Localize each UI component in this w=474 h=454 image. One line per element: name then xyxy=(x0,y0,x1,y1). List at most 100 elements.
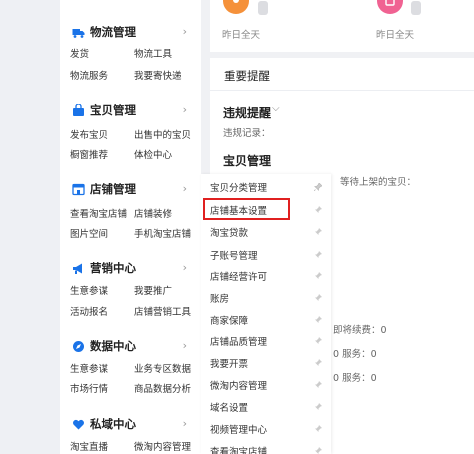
sidebar-link[interactable]: 微淘内容管理 xyxy=(134,439,191,453)
submenu-label: 账房 xyxy=(210,294,230,305)
chevron-right-icon[interactable]: › xyxy=(183,417,187,430)
sidebar-link[interactable]: 手机淘宝店铺 xyxy=(134,226,191,240)
stat-pink-icon xyxy=(377,0,403,14)
sidebar-section-marketing: 营销中心 › 生意参谋 我要推广 活动报名 店铺营销工具 xyxy=(60,258,201,320)
submenu-label: 查看淘宝店铺 xyxy=(210,447,268,454)
stats-card: 昨日全天 昨日全天 xyxy=(210,0,474,52)
pin-icon[interactable] xyxy=(314,251,322,259)
submenu-item[interactable]: 视频管理中心 xyxy=(201,418,331,440)
stat-orange-icon xyxy=(223,0,249,14)
violation-record: 违规记录： xyxy=(223,128,271,139)
chevron-right-icon[interactable]: › xyxy=(183,25,187,38)
section-header[interactable]: 店铺管理 xyxy=(72,179,136,199)
submenu-item[interactable]: 查看淘宝店铺 xyxy=(201,440,331,454)
stat-label: 昨日全天 xyxy=(376,30,415,41)
sidebar-link[interactable]: 生意参谋 xyxy=(70,283,108,297)
pin-icon[interactable] xyxy=(314,425,322,433)
sidebar: 物流管理 › 发货 物流工具 物流服务 我要寄快递 宝贝管理 › 发布宝贝 出售… xyxy=(60,0,201,454)
sidebar-link[interactable]: 图片空间 xyxy=(70,226,108,240)
sidebar-link[interactable]: 出售中的宝贝 xyxy=(134,127,191,141)
submenu-item[interactable]: 子账号管理 xyxy=(201,244,331,266)
pin-icon[interactable] xyxy=(314,359,322,367)
pin-icon[interactable] xyxy=(314,206,322,214)
divider xyxy=(210,90,474,91)
submenu-label: 域名设置 xyxy=(210,403,249,414)
submenu-item[interactable]: 店铺经营许可 xyxy=(201,265,331,287)
sidebar-link[interactable]: 店铺装修 xyxy=(134,206,172,220)
sidebar-link[interactable]: 生意参谋 xyxy=(70,361,108,375)
shop-icon xyxy=(72,183,85,196)
sidebar-section-logistics: 物流管理 › 发货 物流工具 物流服务 我要寄快递 xyxy=(60,22,201,84)
stat-placeholder xyxy=(411,1,421,15)
section-title: 宝贝管理 xyxy=(90,103,136,117)
submenu-label: 子账号管理 xyxy=(210,251,258,262)
section-title: 店铺管理 xyxy=(90,182,136,196)
stat-placeholder xyxy=(258,1,268,15)
sidebar-section-goods: 宝贝管理 › 发布宝贝 出售中的宝贝 橱窗推荐 体检中心 xyxy=(60,100,201,162)
pin-icon[interactable] xyxy=(314,381,322,389)
submenu-label: 视频管理中心 xyxy=(210,425,268,436)
sidebar-link[interactable]: 发货 xyxy=(70,46,89,60)
sidebar-link[interactable]: 活动报名 xyxy=(70,304,108,318)
submenu-item[interactable]: 域名设置 xyxy=(201,396,331,418)
submenu-item[interactable]: 我要开票 xyxy=(201,352,331,374)
pin-icon[interactable] xyxy=(314,294,322,302)
sidebar-link[interactable]: 查看淘宝店铺 xyxy=(70,206,127,220)
pin-icon[interactable] xyxy=(314,228,322,236)
bag-icon xyxy=(72,103,85,117)
section-header[interactable]: 私域中心 xyxy=(72,414,136,434)
chevron-down-icon[interactable]: ⌵ xyxy=(272,103,280,114)
highlight-box xyxy=(203,198,290,220)
sidebar-link[interactable]: 物流工具 xyxy=(134,46,172,60)
waiting-text: 等待上架的宝贝： xyxy=(340,177,417,188)
submenu-item[interactable]: 账房 xyxy=(201,287,331,309)
sidebar-link[interactable]: 发布宝贝 xyxy=(70,127,108,141)
section-header[interactable]: 物流管理 xyxy=(72,22,136,42)
submenu-item[interactable]: 微淘内容管理 xyxy=(201,374,331,396)
pin-icon[interactable] xyxy=(314,272,322,280)
section-header[interactable]: 数据中心 xyxy=(72,336,136,356)
section-title: 营销中心 xyxy=(90,261,136,275)
row-text: 0 服务：0 xyxy=(333,373,377,384)
sidebar-link[interactable]: 物流服务 xyxy=(70,68,108,82)
section-header[interactable]: 营销中心 xyxy=(72,258,136,278)
chevron-right-icon[interactable]: › xyxy=(183,261,187,274)
pin-icon[interactable] xyxy=(314,337,322,345)
sidebar-link[interactable]: 淘宝直播 xyxy=(70,439,108,453)
sidebar-link[interactable]: 我要寄快递 xyxy=(134,68,182,82)
pin-icon[interactable] xyxy=(314,447,322,454)
reminders-title: 重要提醒 xyxy=(224,69,270,83)
chevron-right-icon[interactable]: › xyxy=(183,339,187,352)
sidebar-link[interactable]: 店铺营销工具 xyxy=(134,304,191,318)
submenu-item[interactable]: 店铺品质管理 xyxy=(201,330,331,352)
submenu-label: 我要开票 xyxy=(210,359,249,370)
sidebar-link[interactable]: 商品数据分析 xyxy=(134,381,191,395)
sidebar-link[interactable]: 我要推广 xyxy=(134,283,172,297)
goods-title: 宝贝管理 xyxy=(223,154,272,168)
sidebar-section-private: 私域中心 › 淘宝直播 微淘内容管理 xyxy=(60,414,201,454)
heart-icon xyxy=(72,418,85,431)
sidebar-section-data: 数据中心 › 生意参谋 业务专区数据 市场行情 商品数据分析 xyxy=(60,336,201,398)
sidebar-link[interactable]: 业务专区数据 xyxy=(134,361,191,375)
sidebar-link[interactable]: 市场行情 xyxy=(70,381,108,395)
submenu-label: 宝贝分类管理 xyxy=(210,183,268,194)
violation-title[interactable]: 违规提醒 xyxy=(223,104,271,121)
section-header[interactable]: 宝贝管理 xyxy=(72,100,136,120)
submenu-label: 商家保障 xyxy=(210,316,249,327)
pin-icon[interactable] xyxy=(314,183,322,191)
pin-icon[interactable] xyxy=(314,316,322,324)
section-title: 物流管理 xyxy=(90,25,136,39)
chevron-right-icon[interactable]: › xyxy=(183,103,187,116)
chevron-right-icon[interactable]: › xyxy=(183,182,187,195)
submenu-item[interactable]: 商家保障 xyxy=(201,309,331,331)
section-title: 数据中心 xyxy=(90,339,136,353)
sidebar-link[interactable]: 体检中心 xyxy=(134,147,172,161)
submenu-label: 微淘内容管理 xyxy=(210,381,268,392)
submenu-label: 店铺经营许可 xyxy=(210,272,268,283)
section-title: 私域中心 xyxy=(90,417,136,431)
compass-icon xyxy=(72,340,85,353)
pin-icon[interactable] xyxy=(314,403,322,411)
submenu-item[interactable]: 淘宝贷款 xyxy=(201,221,331,243)
submenu-item[interactable]: 宝贝分类管理 xyxy=(201,176,331,198)
sidebar-link[interactable]: 橱窗推荐 xyxy=(70,147,108,161)
